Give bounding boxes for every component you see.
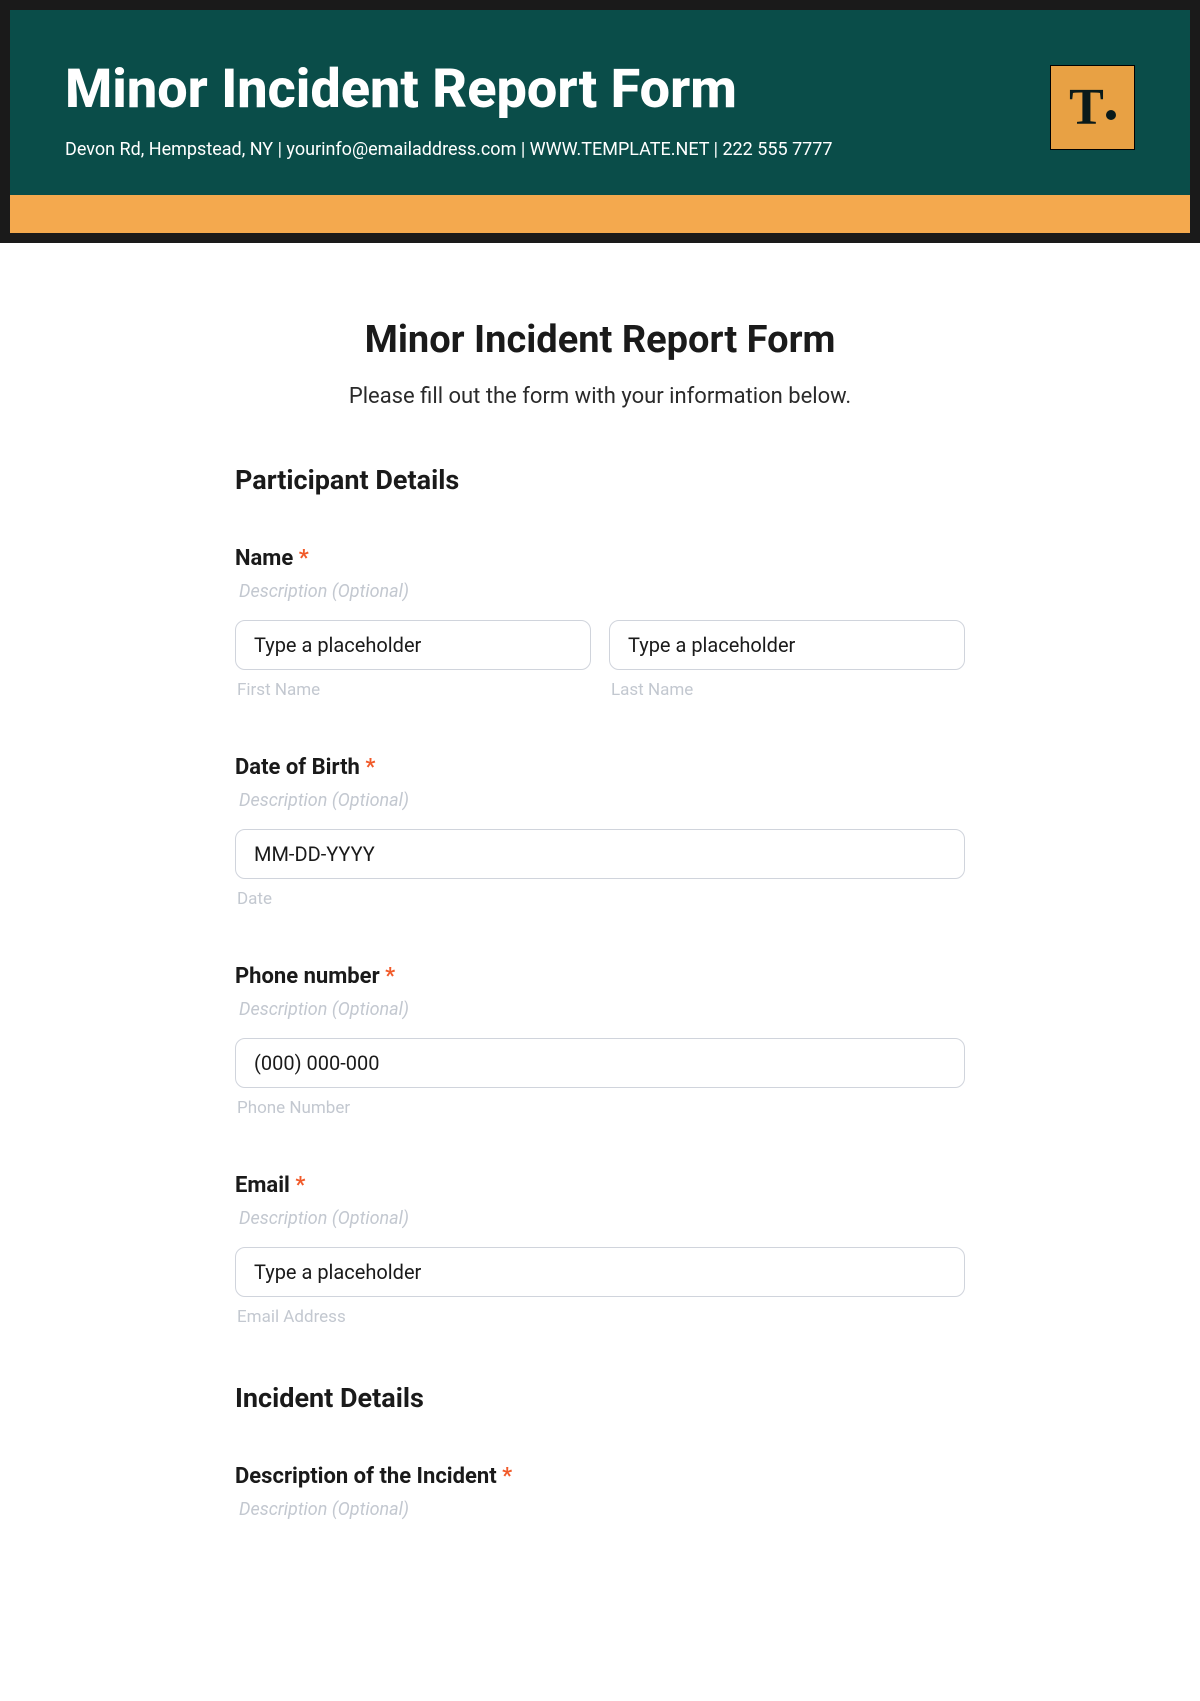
field-group-incident-desc: Description of the Incident * Descriptio… bbox=[235, 1464, 965, 1520]
dob-input[interactable] bbox=[235, 829, 965, 879]
phone-input[interactable] bbox=[235, 1038, 965, 1088]
form-container: Minor Incident Report Form Please fill o… bbox=[195, 243, 1005, 1520]
header-banner: Minor Incident Report Form Devon Rd, Hem… bbox=[10, 10, 1190, 195]
form-description: Please fill out the form with your infor… bbox=[235, 384, 965, 409]
accent-bar bbox=[10, 195, 1190, 233]
incident-desc-description: Description (Optional) bbox=[239, 1499, 965, 1520]
phone-sublabel: Phone Number bbox=[237, 1098, 965, 1118]
first-name-input[interactable] bbox=[235, 620, 591, 670]
header-subtitle: Devon Rd, Hempstead, NY | yourinfo@email… bbox=[65, 139, 1050, 160]
field-group-name: Name * Description (Optional) First Name… bbox=[235, 546, 965, 700]
email-input[interactable] bbox=[235, 1247, 965, 1297]
logo-text: T bbox=[1069, 78, 1116, 137]
required-star: * bbox=[502, 1464, 512, 1489]
form-title: Minor Incident Report Form bbox=[235, 318, 965, 362]
first-name-wrapper: First Name bbox=[235, 620, 591, 700]
dob-label: Date of Birth * bbox=[235, 755, 965, 780]
email-wrapper: Email Address bbox=[235, 1247, 965, 1327]
logo-dot-icon bbox=[1106, 110, 1116, 120]
phone-wrapper: Phone Number bbox=[235, 1038, 965, 1118]
header-content: Minor Incident Report Form Devon Rd, Hem… bbox=[65, 60, 1050, 160]
required-star: * bbox=[299, 546, 309, 571]
field-group-email: Email * Description (Optional) Email Add… bbox=[235, 1173, 965, 1327]
first-name-sublabel: First Name bbox=[237, 680, 591, 700]
dob-wrapper: Date bbox=[235, 829, 965, 909]
header-title: Minor Incident Report Form bbox=[65, 60, 1050, 119]
top-border: Minor Incident Report Form Devon Rd, Hem… bbox=[0, 0, 1200, 233]
phone-description: Description (Optional) bbox=[239, 999, 965, 1020]
section-title-incident: Incident Details bbox=[235, 1382, 965, 1414]
last-name-input[interactable] bbox=[609, 620, 965, 670]
field-group-dob: Date of Birth * Description (Optional) D… bbox=[235, 755, 965, 909]
section-title-participant: Participant Details bbox=[235, 464, 965, 496]
email-description: Description (Optional) bbox=[239, 1208, 965, 1229]
logo: T bbox=[1050, 65, 1135, 150]
required-star: * bbox=[385, 964, 395, 989]
phone-label: Phone number * bbox=[235, 964, 965, 989]
last-name-sublabel: Last Name bbox=[611, 680, 965, 700]
field-group-phone: Phone number * Description (Optional) Ph… bbox=[235, 964, 965, 1118]
required-star: * bbox=[365, 755, 375, 780]
name-input-row: First Name Last Name bbox=[235, 620, 965, 700]
bottom-border bbox=[0, 233, 1200, 243]
name-description: Description (Optional) bbox=[239, 581, 965, 602]
email-label: Email * bbox=[235, 1173, 965, 1198]
dob-sublabel: Date bbox=[237, 889, 965, 909]
name-label: Name * bbox=[235, 546, 965, 571]
last-name-wrapper: Last Name bbox=[609, 620, 965, 700]
email-sublabel: Email Address bbox=[237, 1307, 965, 1327]
required-star: * bbox=[295, 1173, 305, 1198]
incident-desc-label: Description of the Incident * bbox=[235, 1464, 965, 1489]
dob-description: Description (Optional) bbox=[239, 790, 965, 811]
